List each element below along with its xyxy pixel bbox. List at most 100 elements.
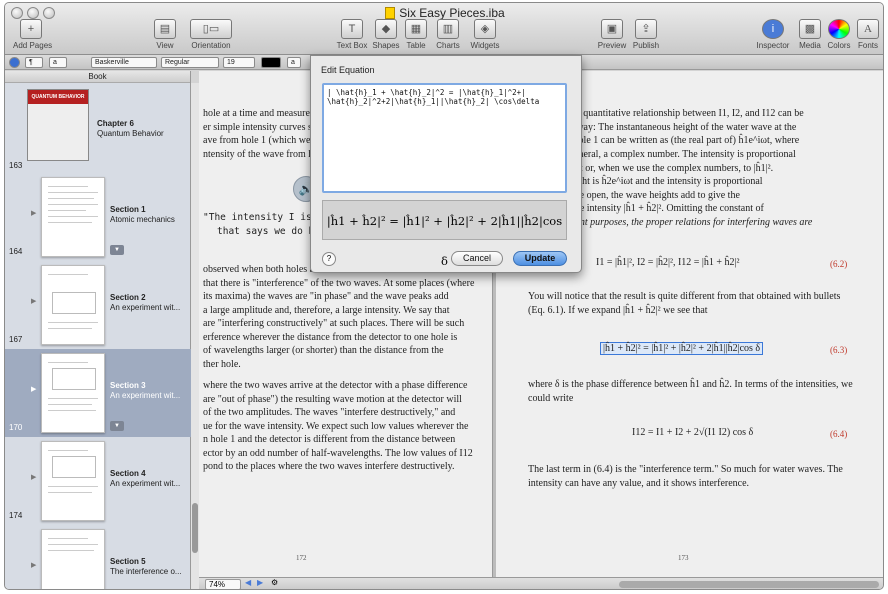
colors-label: Colors [827,41,851,50]
chart-icon: ▥ [437,19,459,39]
plus-icon: + [20,19,42,39]
sidebar-scrollbar[interactable] [191,83,199,589]
charts-button[interactable]: ▥ Charts [433,19,463,50]
body-line: er simple intensity curves sho [203,122,322,133]
view-button[interactable]: ▤ View [151,19,179,50]
sidebar-item-section-4[interactable]: ▶ Section 4 An experiment wit... 174 [5,437,191,525]
body-line: of the two amplitudes. The waves "interf… [203,407,456,418]
shapes-icon: ◆ [375,19,397,39]
scrollbar-thumb[interactable] [192,503,198,553]
chevron-down-icon[interactable]: ▼ [110,245,124,255]
section-thumbnail [41,441,105,521]
text-line [48,216,98,217]
format-toggle-icon[interactable] [9,57,20,68]
sidebar-item-label: Section 5 [110,557,146,566]
body-line: ntensity of the wave from hol [203,149,322,160]
disclosure-closed-icon[interactable]: ▶ [31,385,36,393]
chevron-down-icon[interactable]: ▼ [110,421,124,431]
disclosure-closed-icon[interactable]: ▶ [31,473,36,481]
colors-button[interactable]: Colors [825,19,853,50]
sidebar-item-section-3[interactable]: ▶ Section 3 An experiment wit... ▼ 170 [5,349,191,437]
publish-label: Publish [632,41,660,50]
latex-input[interactable]: | \hat{h}_1 + \hat{h}_2|^2 = |\hat{h}_1|… [322,83,567,193]
equation-6-3-selected[interactable]: |ĥ1 + ĥ2|² = |ĥ1|² + |ĥ2|² + 2|ĥ1||ĥ2|co… [600,342,764,355]
fonts-icon: A [857,19,879,39]
document-icon [385,7,396,19]
body-line: are "interfering constructively" at such… [203,318,465,329]
orientation-label: Orientation [191,41,231,50]
disclosure-closed-icon[interactable]: ▶ [31,209,36,217]
sidebar-item-label: Chapter 6 [97,119,134,128]
update-button[interactable]: Update [513,251,567,266]
sidebar-item-label: Section 4 [110,469,146,478]
help-button[interactable]: ? [322,252,336,266]
text-box-button[interactable]: T Text Box [335,19,369,50]
text-line [48,404,92,405]
body-line: (Eq. 6.1). If we expand |ĥ1 + ĥ2|² we se… [528,305,708,316]
view-label: View [156,41,174,50]
shapes-label: Shapes [372,41,400,50]
disclosure-closed-icon[interactable]: ▶ [31,297,36,305]
paragraph-style-select[interactable]: ¶ [25,57,43,68]
publish-button[interactable]: ⇪ Publish [629,19,663,50]
page-number: 173 [678,554,689,562]
charts-label: Charts [436,41,460,50]
text-box-label: Text Box [336,41,368,50]
gear-icon[interactable]: ⚙ [271,578,278,587]
sidebar-item-label: Section 3 [110,381,146,390]
character-format-button[interactable]: a [287,57,301,68]
horizontal-scrollbar[interactable] [619,581,879,588]
view-icon: ▤ [154,19,176,39]
equation-6-2[interactable]: I1 = |ĥ1|², I2 = |ĥ2|², I12 = |ĥ1 + ĥ2|² [596,257,740,268]
book-sidebar: Book ▼ QUANTUM BEHAVIOR Chapter 6 Quantu… [5,71,191,589]
text-line [48,210,86,211]
character-style-select[interactable]: a [49,57,67,68]
sidebar-item-section-5[interactable]: ▶ Section 5 The interference o... [5,525,191,589]
text-line [48,544,98,545]
text-line [48,198,94,199]
page-number: 174 [9,511,23,520]
font-family-select[interactable]: Baskerville [91,57,157,68]
sidebar-item-section-1[interactable]: ▶ Section 1 Atomic mechanics ▼ 164 [5,173,191,261]
widgets-button[interactable]: ◈ Widgets [468,19,502,50]
shapes-button[interactable]: ◆ Shapes [371,19,401,50]
table-label: Table [406,41,426,50]
disclosure-closed-icon[interactable]: ▶ [31,561,36,569]
preview-button[interactable]: ▣ Preview [595,19,629,50]
orientation-icon: ▯▭ [190,19,232,39]
font-size-field[interactable]: 19 [223,57,255,68]
cancel-button[interactable]: Cancel [451,251,503,266]
inspector-button[interactable]: i Inspector [755,19,791,50]
media-button[interactable]: ▩ Media [795,19,825,50]
publish-icon: ⇪ [635,19,657,39]
body-line: ector by an odd number of half-wavelengt… [203,448,473,459]
text-line [48,486,98,487]
chapter-thumbnail: QUANTUM BEHAVIOR [27,89,89,161]
body-line: ther hole. [203,359,241,370]
sidebar-item-subtitle: An experiment wit... [110,391,181,400]
sidebar-item-chapter-6[interactable]: ▼ QUANTUM BEHAVIOR Chapter 6 Quantum Beh… [5,85,191,173]
sidebar-item-section-2[interactable]: ▶ Section 2 An experiment wit... 167 [5,261,191,349]
sidebar-item-subtitle: An experiment wit... [110,479,181,488]
font-weight-select[interactable]: Regular [161,57,219,68]
table-button[interactable]: ▦ Table [403,19,429,50]
fonts-button[interactable]: A Fonts [855,19,881,50]
next-page-icon[interactable]: ▶ [257,578,263,587]
zoom-select[interactable]: 74% [205,579,241,589]
orientation-control[interactable]: ▯▭ Orientation [188,19,234,50]
media-icon: ▩ [799,19,821,39]
cover-title: QUANTUM BEHAVIOR [28,90,88,104]
bottom-bar: 74% ◀ ▶ ⚙ [199,577,883,589]
page-number: 164 [9,247,23,256]
equation-number: (6.3) [830,345,848,355]
body-line: where δ is the phase difference between … [528,379,853,390]
equation-6-4[interactable]: I12 = I1 + I2 + 2√(I1 I2) cos δ [632,427,753,438]
sidebar-item-subtitle: Quantum Behavior [97,129,164,138]
add-pages-button[interactable]: + Add Pages [13,19,52,50]
text-line [48,186,88,187]
previous-page-icon[interactable]: ◀ [245,578,251,587]
text-color-well[interactable] [261,57,281,68]
section-thumbnail [41,529,105,589]
table-icon: ▦ [405,19,427,39]
text-line [48,450,88,451]
